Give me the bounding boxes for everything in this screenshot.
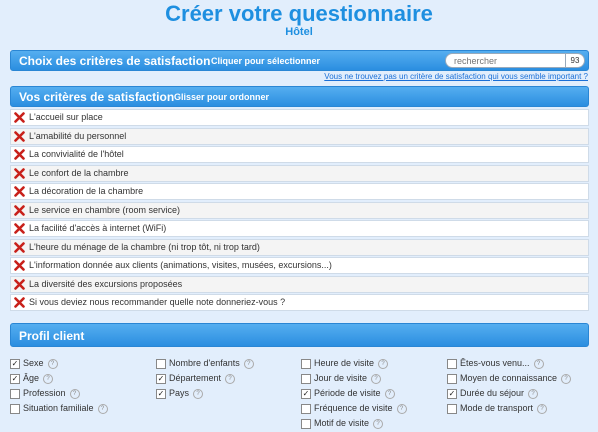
help-icon[interactable]: ?	[69, 389, 80, 399]
profil-option-label: Jour de visite	[314, 373, 368, 383]
criteria-label: Si vous deviez nous recommander quelle n…	[29, 297, 286, 307]
remove-x-icon[interactable]	[14, 149, 25, 160]
criteria-label: Le service en chambre (room service)	[29, 204, 181, 215]
help-icon[interactable]: ?	[396, 404, 407, 414]
criteria-item[interactable]: Le confort de la chambre	[10, 164, 589, 182]
help-icon[interactable]: ?	[533, 359, 544, 369]
checkbox[interactable]	[301, 374, 311, 384]
checkbox[interactable]	[301, 404, 311, 414]
checkbox[interactable]: ✓	[10, 359, 20, 369]
criteria-label: L'information donnée aux clients (animat…	[29, 260, 332, 270]
profil-option-label: Heure de visite	[314, 358, 375, 368]
checkbox[interactable]	[447, 359, 457, 369]
help-icon[interactable]: ?	[373, 419, 384, 429]
help-icon[interactable]: ?	[528, 389, 539, 399]
search-box[interactable]: 93	[445, 53, 585, 68]
checkbox[interactable]	[10, 404, 20, 414]
profil-client-bar: Profil client	[10, 323, 589, 347]
criteria-label: La convivialité de l'hôtel	[29, 149, 124, 159]
profil-client-title: Profil client	[19, 329, 85, 343]
remove-x-icon[interactable]	[14, 186, 25, 197]
criteria-item[interactable]: Le service en chambre (room service)	[10, 201, 589, 219]
help-icon[interactable]: ?	[193, 389, 204, 399]
remove-x-icon[interactable]	[14, 223, 25, 234]
remove-x-icon[interactable]	[14, 297, 25, 308]
checkbox[interactable]: ✓	[156, 389, 166, 399]
checkbox[interactable]	[301, 419, 311, 429]
criteria-label: L'heure du ménage de la chambre (ni trop…	[29, 241, 260, 252]
vos-criteres-hint: Glisser pour ordonner	[174, 92, 270, 102]
profil-option-label: Âge	[23, 373, 40, 383]
criteria-label: La décoration de la chambre	[29, 186, 144, 196]
criteria-label: La facilité d'accès à internet (WiFi)	[29, 223, 167, 233]
remove-x-icon[interactable]	[14, 130, 25, 142]
help-icon[interactable]: ?	[384, 389, 395, 399]
criteria-item[interactable]: L'information donnée aux clients (animat…	[10, 257, 589, 274]
remove-x-icon[interactable]	[14, 278, 25, 290]
profil-option-label: Sexe	[23, 358, 44, 368]
help-icon[interactable]: ?	[47, 359, 58, 369]
profil-option-label: Département	[169, 373, 222, 383]
page-subtitle: Hôtel	[285, 26, 313, 38]
help-icon[interactable]: ?	[243, 359, 254, 369]
criteria-label: L'accueil sur place	[29, 112, 103, 122]
criteria-item[interactable]: La décoration de la chambre	[10, 183, 589, 200]
criteria-label: La diversité des excursions proposées	[29, 278, 183, 289]
profil-option-label: Fréquence de visite	[314, 403, 393, 413]
help-icon[interactable]: ?	[225, 374, 236, 384]
criteria-item[interactable]: L'amabilité du personnel	[10, 127, 589, 145]
remove-x-icon[interactable]	[14, 260, 25, 271]
profil-option-label: Durée du séjour	[460, 388, 525, 398]
search-input[interactable]	[454, 54, 564, 67]
checkbox[interactable]: ✓	[301, 389, 311, 399]
profil-option-label: Motif de visite	[314, 418, 370, 428]
remove-x-icon[interactable]	[14, 241, 25, 253]
checkbox[interactable]	[447, 374, 457, 384]
profil-option-label: Moyen de connaissance	[460, 373, 558, 383]
checkbox[interactable]	[447, 404, 457, 414]
profil-option-label: Pays	[169, 388, 190, 398]
checkbox[interactable]: ✓	[156, 374, 166, 384]
profil-option-label: Profession	[23, 388, 66, 398]
checkbox[interactable]: ✓	[447, 389, 457, 399]
search-count: 93	[565, 54, 584, 67]
page-title: Créer votre questionnaire	[165, 1, 433, 26]
checkbox[interactable]	[10, 389, 20, 399]
profil-option-label: Êtes-vous venu...	[460, 358, 530, 368]
choix-criteres-hint[interactable]: Cliquer pour sélectionner	[211, 56, 320, 66]
profil-option-label: Nombre d'enfants	[169, 358, 240, 368]
checkbox[interactable]: ✓	[10, 374, 20, 384]
help-icon[interactable]: ?	[561, 374, 572, 384]
profil-client-panel: ✓ Sexe? ✓ Âge? Profession? Situation familial…	[10, 347, 589, 429]
criteria-list: L'accueil sur place L'amabilité du person…	[10, 109, 589, 313]
remove-x-icon[interactable]	[14, 204, 25, 216]
help-icon[interactable]: ?	[537, 404, 548, 414]
help-icon[interactable]: ?	[43, 374, 54, 384]
checkbox[interactable]	[301, 359, 311, 369]
criteria-item[interactable]: La diversité des excursions proposées	[10, 275, 589, 293]
criteria-item[interactable]: La convivialité de l'hôtel	[10, 146, 589, 163]
profil-option-label: Situation familiale	[23, 403, 94, 413]
criteria-label: L'amabilité du personnel	[29, 130, 127, 141]
criteria-item[interactable]: L'accueil sur place	[10, 109, 589, 126]
checkbox[interactable]	[156, 359, 166, 369]
remove-x-icon[interactable]	[14, 112, 25, 123]
criteria-item[interactable]: La facilité d'accès à internet (WiFi)	[10, 220, 589, 237]
criteria-item[interactable]: L'heure du ménage de la chambre (ni trop…	[10, 238, 589, 256]
choix-criteres-bar[interactable]: Choix des critères de satisfaction Cliqu…	[10, 50, 589, 71]
profil-option-label: Période de visite	[314, 388, 381, 398]
help-icon[interactable]: ?	[378, 359, 389, 369]
criteria-label: Le confort de la chambre	[29, 167, 129, 178]
vos-criteres-title: Vos critères de satisfaction	[19, 90, 175, 104]
help-icon[interactable]: ?	[97, 404, 108, 414]
help-icon[interactable]: ?	[371, 374, 382, 384]
choix-criteres-title: Choix des critères de satisfaction	[19, 54, 211, 68]
criteria-item[interactable]: Si vous deviez nous recommander quelle n…	[10, 294, 589, 311]
profil-option-label: Mode de transport	[460, 403, 534, 413]
missing-criteria-link[interactable]: Vous ne trouvez pas un critère de satisf…	[324, 72, 588, 81]
vos-criteres-bar: Vos critères de satisfaction Glisser pou…	[10, 86, 589, 107]
remove-x-icon[interactable]	[14, 167, 25, 179]
